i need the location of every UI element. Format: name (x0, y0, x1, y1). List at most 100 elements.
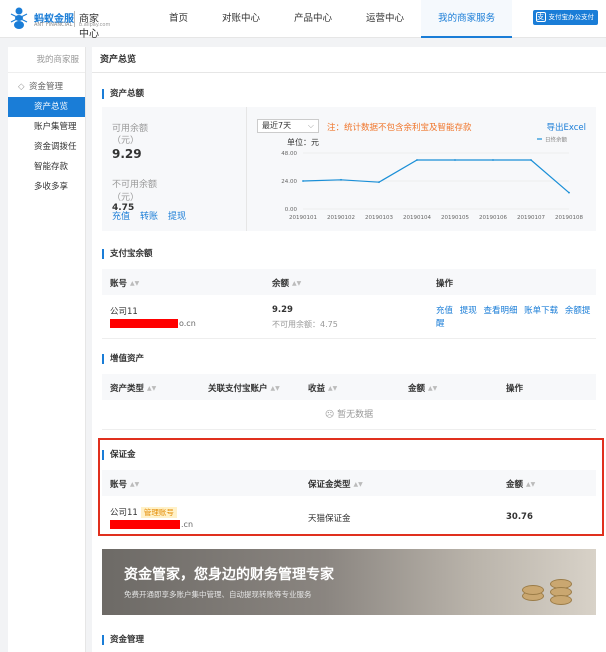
banner-headline: 资金管家，您身边的财务管理专家 (124, 567, 334, 583)
alipay-office-button[interactable]: 支 支付宝办公支付 (532, 10, 598, 25)
alipay-operations: 充值 提现 查看明细 账单下载 余额提醒 (436, 305, 592, 331)
alipay-icon: 支 (535, 12, 546, 22)
withdraw-link[interactable]: 提现 (168, 209, 186, 222)
nav-home[interactable]: 首页 (152, 0, 205, 38)
available-balance-unit: （元） (112, 136, 140, 146)
alipay-office-label: 支付宝办公支付 (548, 13, 595, 21)
redacted-account (110, 319, 178, 328)
withdraw-link[interactable]: 提现 (460, 306, 477, 316)
x-tick-label: 20190107 (517, 215, 545, 221)
fund-manager-banner[interactable]: 资金管家，您身边的财务管理专家 免费开通即享多账户集中管理、自动提现转账等专业服… (102, 549, 596, 615)
download-bill-link[interactable]: 账单下载 (524, 306, 558, 316)
data-point (492, 159, 494, 161)
section-title-total-assets: 资产总额 (102, 89, 144, 99)
account-tail: o.cn (179, 319, 196, 328)
sidebar-item-smart-deposit[interactable]: 智能存款 (8, 157, 85, 177)
empty-state: ☹ 暂无数据 (102, 400, 596, 430)
sidebar-item-more-income[interactable]: 多收多享 (8, 177, 85, 197)
data-point (416, 159, 418, 161)
col-operation-label: 操作 (506, 384, 524, 394)
nav-products[interactable]: 产品中心 (277, 0, 349, 38)
col-linked-account[interactable]: 关联支付宝账户 ▲▼ (208, 382, 280, 394)
sidebar: 我的商家服 ◇ 资金管理 资产总览 账户集管理 资金调拨任 智能存款 多收多享 (8, 47, 86, 652)
data-point (568, 191, 570, 194)
nav-my-merchant-services[interactable]: 我的商家服务 (421, 0, 513, 38)
logo-divider (74, 11, 75, 27)
data-point (454, 159, 456, 161)
series-line (302, 159, 570, 194)
sort-icon: ▲▼ (428, 385, 438, 392)
value-added-table-header: 资产类型 ▲▼ 关联支付宝账户 ▲▼ 收益 ▲▼ 金额 ▲▼ 操作 (102, 374, 596, 400)
col-operation-label: 操作 (436, 279, 454, 289)
unavailable-balance-unit: （元） (112, 193, 140, 203)
alipay-table-row: 公司11 o.cn 9.29 不可用余额：4.75 充值 提现 查看明细 账单下… (102, 295, 596, 339)
recharge-link[interactable]: 充值 (436, 306, 453, 316)
data-point (530, 159, 532, 161)
overview-actions: 充值 转账 提现 (112, 209, 186, 222)
sidebar-item-fund-allocation[interactable]: 资金调拨任 (8, 137, 85, 157)
recharge-link[interactable]: 充值 (112, 209, 130, 222)
x-tick-label: 20190106 (479, 215, 507, 221)
sidebar-item-account-set[interactable]: 账户集管理 (8, 117, 85, 137)
y-tick-label: 0.00 (285, 207, 298, 213)
x-tick-label: 20190103 (365, 215, 393, 221)
unavailable-balance-text: 不可用余额：4.75 (272, 320, 338, 329)
sidebar-header[interactable]: 我的商家服 (8, 47, 85, 73)
sidebar-group-label: 资金管理 (29, 82, 64, 92)
empty-face-icon: ☹ (324, 410, 335, 420)
data-point (378, 181, 380, 184)
x-tick-label: 20190104 (403, 215, 431, 221)
balance-line-chart: 单位：元 日终余额 48.00 24.00 0.00 20190101 20190102 20… (281, 136, 583, 222)
y-tick-label: 24.00 (281, 179, 297, 185)
legend-label: 日终余额 (545, 136, 568, 144)
sort-icon: ▲▼ (292, 280, 302, 287)
unavailable-balance-label: 不可用余额 (112, 180, 158, 190)
page-title: 资产总览 (92, 47, 606, 73)
date-range-select[interactable]: 最近7天 ⌵ (257, 119, 319, 133)
view-details-link[interactable]: 查看明细 (483, 306, 517, 316)
data-point (340, 178, 342, 181)
asset-overview-panel: 可用余额 （元） 9.29 不可用余额 （元） 4.75 充值 转账 提现 最近… (102, 107, 596, 231)
sidebar-item-asset-overview[interactable]: 资产总览 (8, 97, 85, 117)
empty-text: 暂无数据 (337, 410, 374, 420)
main-content: 资产总览 资产总额 可用余额 （元） 9.29 不可用余额 （元） 4.75 充… (92, 47, 606, 652)
main-nav: 首页 对账中心 产品中心 运营中心 我的商家服务 (152, 0, 513, 38)
logo[interactable]: 蚂蚁金服 ANT FINANCIAL 商家中心 b.alipay.com (8, 6, 110, 40)
transfer-link[interactable]: 转账 (140, 209, 158, 222)
col-asset-type[interactable]: 资产类型 ▲▼ (110, 382, 156, 394)
col-balance[interactable]: 余额 ▲▼ (272, 277, 301, 289)
sort-icon: ▲▼ (147, 385, 157, 392)
col-account[interactable]: 账号 ▲▼ (110, 277, 139, 289)
section-title-fund-management: 资金管理 (102, 635, 144, 645)
ant-logo-icon (10, 7, 28, 29)
nav-reconciliation[interactable]: 对账中心 (205, 0, 277, 38)
coin-stack-icon (522, 585, 544, 595)
account-name: 公司11 (110, 307, 138, 317)
y-tick-label: 48.00 (281, 151, 297, 157)
col-balance-label: 余额 (272, 279, 290, 289)
data-point (302, 180, 304, 182)
coin-stack-icon (550, 595, 572, 605)
sidebar-group-fund-management[interactable]: ◇ 资金管理 (8, 77, 85, 97)
col-account-label: 账号 (110, 279, 128, 289)
export-excel-link[interactable]: 导出Excel (546, 121, 586, 133)
alipay-table-header: 账号 ▲▼ 余额 ▲▼ 操作 (102, 269, 596, 295)
sort-icon: ▲▼ (130, 280, 140, 287)
chart-unit-label: 单位：元 (287, 137, 319, 147)
section-title-alipay-balance: 支付宝余额 (102, 249, 153, 259)
x-tick-label: 20190105 (441, 215, 469, 221)
x-tick-label: 20190102 (327, 215, 355, 221)
col-amount-label: 金额 (408, 384, 426, 394)
nav-operations[interactable]: 运营中心 (349, 0, 421, 38)
chevron-down-icon: ⌵ (307, 121, 314, 130)
sort-icon: ▲▼ (270, 385, 280, 392)
balance-value: 9.29 (272, 305, 293, 315)
deposit-highlight-frame (98, 438, 604, 536)
col-income[interactable]: 收益 ▲▼ (308, 382, 337, 394)
col-asset-type-label: 资产类型 (110, 384, 145, 394)
col-amount[interactable]: 金额 ▲▼ (408, 382, 437, 394)
x-tick-label: 20190108 (555, 215, 583, 221)
stats-note: 注：统计数据不包含余利宝及智能存款 (327, 123, 472, 133)
available-balance-value: 9.29 (112, 147, 142, 161)
date-range-value: 最近7天 (262, 121, 292, 130)
